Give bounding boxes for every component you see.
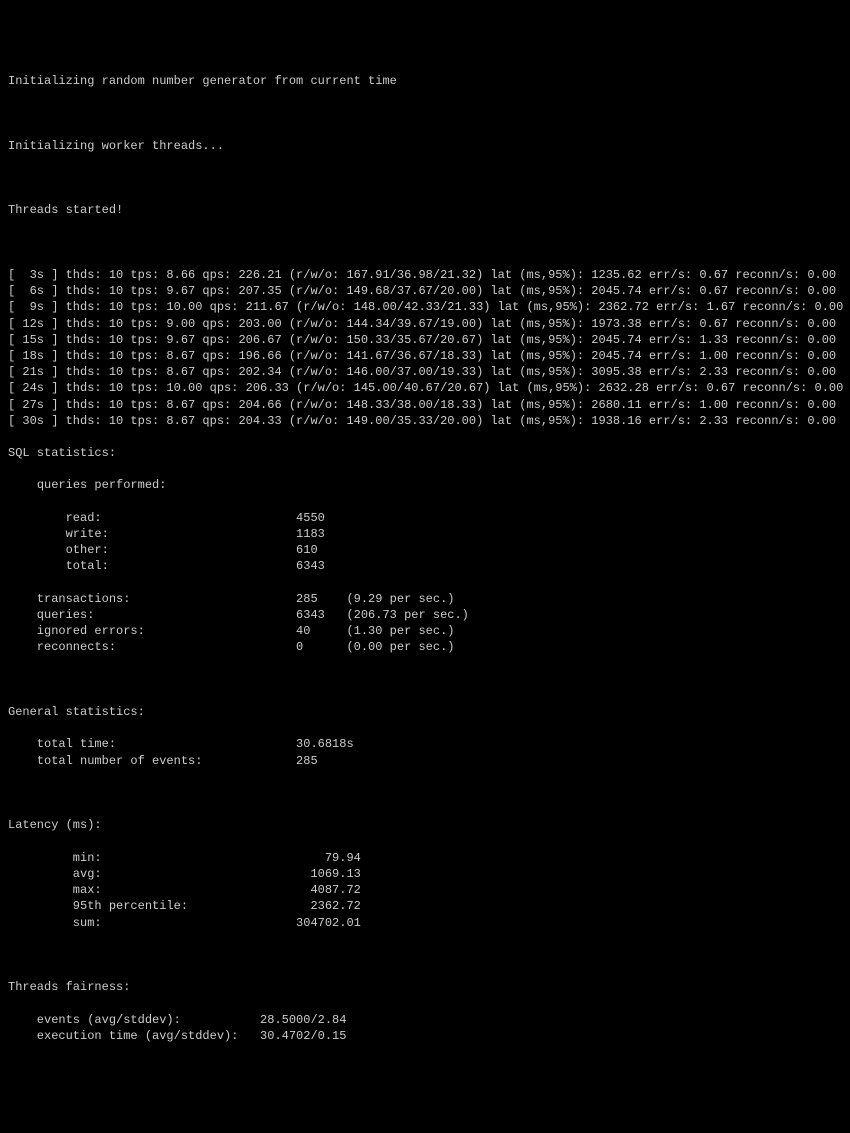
blank-line [8, 170, 842, 186]
progress-row: [ 27s ] thds: 10 tps: 8.67 qps: 204.66 (… [8, 397, 842, 413]
init-rng-line: Initializing random number generator fro… [8, 73, 842, 89]
sql-total: total: 6343 [8, 558, 842, 574]
sql-queries: queries: 6343 (206.73 per sec.) [8, 607, 842, 623]
general-total-events: total number of events: 285 [8, 753, 842, 769]
fairness-exec: execution time (avg/stddev): 30.4702/0.1… [8, 1028, 842, 1044]
progress-row: [ 30s ] thds: 10 tps: 8.67 qps: 204.33 (… [8, 413, 842, 429]
sql-qp-block: read: 4550 write: 1183 other: 610 total:… [8, 510, 842, 575]
blank-line [8, 785, 842, 801]
queries-performed-label: queries performed: [8, 477, 842, 493]
threads-started-line: Threads started! [8, 202, 842, 218]
fairness-block: events (avg/stddev): 28.5000/2.84 execut… [8, 1012, 842, 1044]
progress-block: [ 3s ] thds: 10 tps: 8.66 qps: 226.21 (r… [8, 267, 842, 429]
sql-ignored-errors: ignored errors: 40 (1.30 per sec.) [8, 623, 842, 639]
latency-p95: 95th percentile: 2362.72 [8, 898, 842, 914]
progress-row: [ 9s ] thds: 10 tps: 10.00 qps: 211.67 (… [8, 299, 842, 315]
progress-row: [ 6s ] thds: 10 tps: 9.67 qps: 207.35 (r… [8, 283, 842, 299]
sql-reconnects: reconnects: 0 (0.00 per sec.) [8, 639, 842, 655]
progress-row: [ 12s ] thds: 10 tps: 9.00 qps: 203.00 (… [8, 316, 842, 332]
general-block: total time: 30.6818s total number of eve… [8, 736, 842, 768]
latency-avg: avg: 1069.13 [8, 866, 842, 882]
progress-row: [ 24s ] thds: 10 tps: 10.00 qps: 206.33 … [8, 380, 842, 396]
latency-max: max: 4087.72 [8, 882, 842, 898]
latency-sum: sum: 304702.01 [8, 915, 842, 931]
sql-read: read: 4550 [8, 510, 842, 526]
general-heading: General statistics: [8, 704, 842, 720]
blank-line [8, 672, 842, 688]
fairness-heading: Threads fairness: [8, 979, 842, 995]
latency-min: min: 79.94 [8, 850, 842, 866]
sql-transactions: transactions: 285 (9.29 per sec.) [8, 591, 842, 607]
general-total-time: total time: 30.6818s [8, 736, 842, 752]
latency-heading: Latency (ms): [8, 817, 842, 833]
sql-heading: SQL statistics: [8, 445, 842, 461]
sql-write: write: 1183 [8, 526, 842, 542]
progress-row: [ 18s ] thds: 10 tps: 8.67 qps: 196.66 (… [8, 348, 842, 364]
fairness-events: events (avg/stddev): 28.5000/2.84 [8, 1012, 842, 1028]
blank-line [8, 235, 842, 251]
blank-line [8, 105, 842, 121]
progress-row: [ 3s ] thds: 10 tps: 8.66 qps: 226.21 (r… [8, 267, 842, 283]
sql-other: other: 610 [8, 542, 842, 558]
latency-block: min: 79.94 avg: 1069.13 max: 4087.72 95t… [8, 850, 842, 931]
init-workers-line: Initializing worker threads... [8, 138, 842, 154]
progress-row: [ 15s ] thds: 10 tps: 9.67 qps: 206.67 (… [8, 332, 842, 348]
blank-line [8, 947, 842, 963]
progress-row: [ 21s ] thds: 10 tps: 8.67 qps: 202.34 (… [8, 364, 842, 380]
